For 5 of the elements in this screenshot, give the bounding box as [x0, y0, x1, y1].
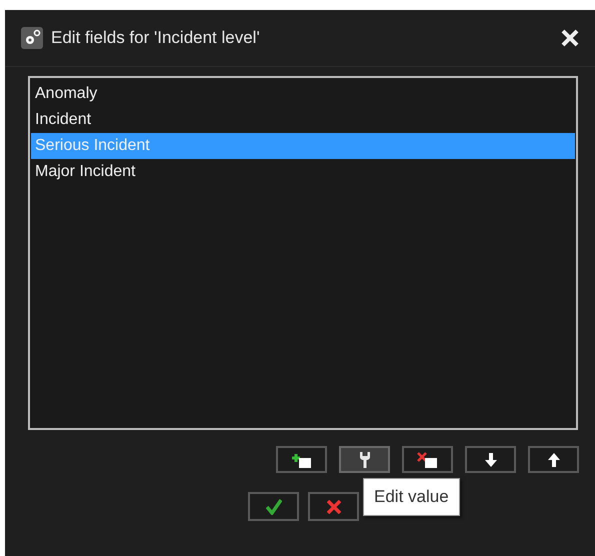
list-item[interactable]: Anomaly — [31, 81, 575, 107]
list-item[interactable]: Incident — [31, 107, 575, 133]
window-title: Edit fields for 'Incident level' — [51, 28, 261, 48]
list-item[interactable]: Major Incident — [31, 159, 575, 185]
tooltip: Edit value — [363, 478, 460, 516]
